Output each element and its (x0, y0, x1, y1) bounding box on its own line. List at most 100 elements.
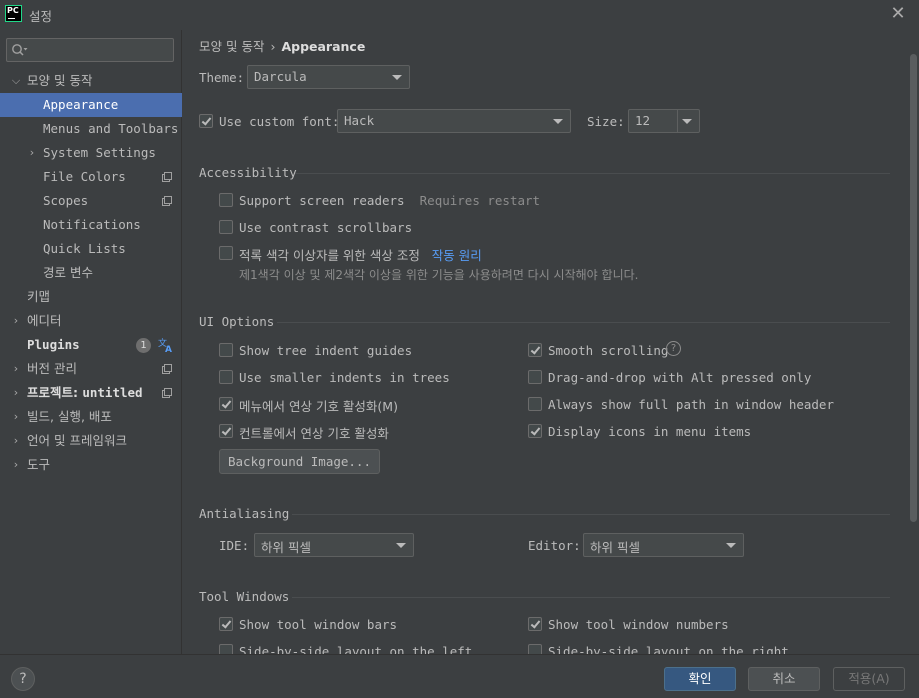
background-image-button[interactable]: Background Image... (219, 449, 380, 474)
chevron-down-icon (553, 119, 563, 124)
drag-drop-alt-checkbox[interactable] (528, 370, 542, 384)
sidebar-item-keymap[interactable]: 키맵 (0, 285, 182, 309)
font-size-select[interactable]: 12 (628, 109, 700, 133)
smooth-scrolling-checkbox[interactable] (528, 343, 542, 357)
contrast-scrollbars-checkbox[interactable] (219, 220, 233, 234)
sidebar-item-menus-toolbars[interactable]: Menus and Toolbars (0, 117, 182, 141)
sidebar-item-notifications[interactable]: Notifications (0, 213, 182, 237)
sidebar-item-appearance[interactable]: Appearance (0, 93, 182, 117)
ide-aa-select[interactable]: 하위 픽셀 (254, 533, 414, 557)
chevron-right-icon: › (13, 434, 19, 447)
sidebar-item-label: 버전 관리 (27, 361, 77, 376)
apply-button[interactable]: 적용(A) (833, 667, 905, 691)
search-box[interactable] (6, 38, 174, 62)
restart-hint: Requires restart (419, 193, 541, 208)
sidebar-item-build[interactable]: › 빌드, 실행, 배포 (0, 405, 182, 429)
color-blind-checkbox[interactable] (219, 246, 233, 260)
sidebar-item-appearance-behavior[interactable]: ⌵ 모양 및 동작 (0, 69, 182, 93)
sidebar-item-label: 언어 및 프레임워크 (27, 433, 127, 448)
chevron-down-icon (682, 119, 692, 124)
sidebar-item-scopes[interactable]: Scopes (0, 189, 182, 213)
title-bar: PC 설정 ✕ (0, 0, 919, 30)
drag-drop-alt-label: Drag-and-drop with Alt pressed only (548, 370, 812, 385)
section-divider (277, 322, 890, 323)
sidebar-item-label: System Settings (43, 145, 156, 160)
editor-aa-select[interactable]: 하위 픽셀 (583, 533, 744, 557)
sidebar-item-editor[interactable]: › 에디터 (0, 309, 182, 333)
sidebar-item-label: 도구 (27, 457, 51, 472)
chevron-right-icon: › (13, 362, 19, 375)
search-input[interactable] (33, 41, 171, 59)
sidebar-item-version-control[interactable]: › 버전 관리 (0, 357, 182, 381)
control-mnemonics-checkbox[interactable] (219, 424, 233, 438)
breadcrumb-current: Appearance (281, 39, 366, 54)
color-blind-hint: 제1색각 이상 및 제2색각 이상을 위한 기능을 사용하려면 다시 시작해야 … (239, 268, 639, 282)
sidebar-item-label: 경로 변수 (43, 265, 93, 280)
chevron-right-icon: › (13, 458, 19, 471)
chevron-right-icon: › (13, 314, 19, 327)
sidebar-item-file-colors[interactable]: File Colors (0, 165, 182, 189)
screen-readers-checkbox[interactable] (219, 193, 233, 207)
sidebar-item-label: Quick Lists (43, 241, 126, 256)
scrollbar[interactable] (910, 54, 917, 522)
font-value: Hack (344, 113, 375, 128)
chevron-down-icon: ⌵ (11, 74, 21, 87)
sidebar-item-label: 에디터 (27, 313, 62, 328)
sidebar-item-path-variables[interactable]: 경로 변수 (0, 261, 182, 285)
settings-sidebar: ⌵ 모양 및 동작 Appearance Menus and Toolbars … (0, 30, 182, 654)
chevron-down-icon (392, 75, 402, 80)
full-path-header-label: Always show full path in window header (548, 397, 834, 412)
smaller-indents-checkbox[interactable] (219, 370, 233, 384)
svg-text:A: A (165, 345, 172, 353)
section-divider (292, 597, 890, 598)
cancel-button[interactable]: 취소 (748, 667, 820, 691)
screen-readers-label: Support screen readers (239, 193, 405, 208)
help-icon[interactable]: ? (666, 341, 681, 356)
theme-value: Darcula (254, 69, 307, 84)
tool-window-bars-checkbox[interactable] (219, 617, 233, 631)
breadcrumb: 모양 및 동작 › Appearance (199, 36, 365, 55)
menu-mnemonics-checkbox[interactable] (219, 397, 233, 411)
close-icon[interactable]: ✕ (889, 5, 907, 23)
menu-icons-label: Display icons in menu items (548, 424, 752, 439)
tool-window-numbers-checkbox[interactable] (528, 617, 542, 631)
chevron-down-icon (396, 543, 406, 548)
side-by-side-left-label: Side-by-side layout on the left (239, 644, 473, 654)
smaller-indents-label: Use smaller indents in trees (239, 370, 450, 385)
tool-window-numbers-label: Show tool window numbers (548, 617, 729, 632)
breadcrumb-parent[interactable]: 모양 및 동작 (199, 39, 264, 54)
sidebar-item-tools[interactable]: › 도구 (0, 453, 182, 477)
sidebar-item-plugins[interactable]: Plugins 1 文 A (0, 333, 182, 357)
chevron-down-icon (726, 543, 736, 548)
ok-button[interactable]: 확인 (664, 667, 736, 691)
menu-icons-checkbox[interactable] (528, 424, 542, 438)
project-level-icon (162, 364, 172, 374)
sidebar-item-languages[interactable]: › 언어 및 프레임워크 (0, 429, 182, 453)
search-icon (12, 44, 28, 56)
sidebar-item-label: Plugins (27, 337, 80, 352)
smooth-scrolling-label: Smooth scrolling (548, 343, 669, 358)
editor-aa-value: 하위 픽셀 (590, 540, 640, 555)
sidebar-item-label: Menus and Toolbars (43, 121, 179, 136)
sidebar-item-project[interactable]: › 프로젝트: untitled (0, 381, 182, 405)
tree-indent-guides-checkbox[interactable] (219, 343, 233, 357)
how-it-works-link[interactable]: 작동 원리 (432, 248, 482, 263)
side-by-side-right-checkbox[interactable] (528, 644, 542, 654)
font-select[interactable]: Hack (337, 109, 571, 133)
sidebar-item-system-settings[interactable]: › System Settings (0, 141, 182, 165)
full-path-header-checkbox[interactable] (528, 397, 542, 411)
side-by-side-left-checkbox[interactable] (219, 644, 233, 654)
section-divider (292, 514, 890, 515)
pycharm-logo-icon: PC (5, 5, 22, 22)
translate-icon: 文 A (158, 337, 172, 353)
sidebar-item-quick-lists[interactable]: Quick Lists (0, 237, 182, 261)
tool-windows-section-title: Tool Windows (199, 589, 290, 604)
custom-font-checkbox[interactable] (199, 114, 213, 128)
color-blind-label: 적록 색각 이상자를 위한 색상 조정 (239, 248, 420, 263)
sidebar-item-label: Appearance (43, 97, 119, 112)
sidebar-item-label: 모양 및 동작 (27, 73, 93, 88)
font-size-label: Size: (587, 114, 625, 129)
side-by-side-right-label: Side-by-side layout on the right (548, 644, 789, 654)
theme-select[interactable]: Darcula (247, 65, 410, 89)
help-button[interactable]: ? (11, 667, 35, 691)
